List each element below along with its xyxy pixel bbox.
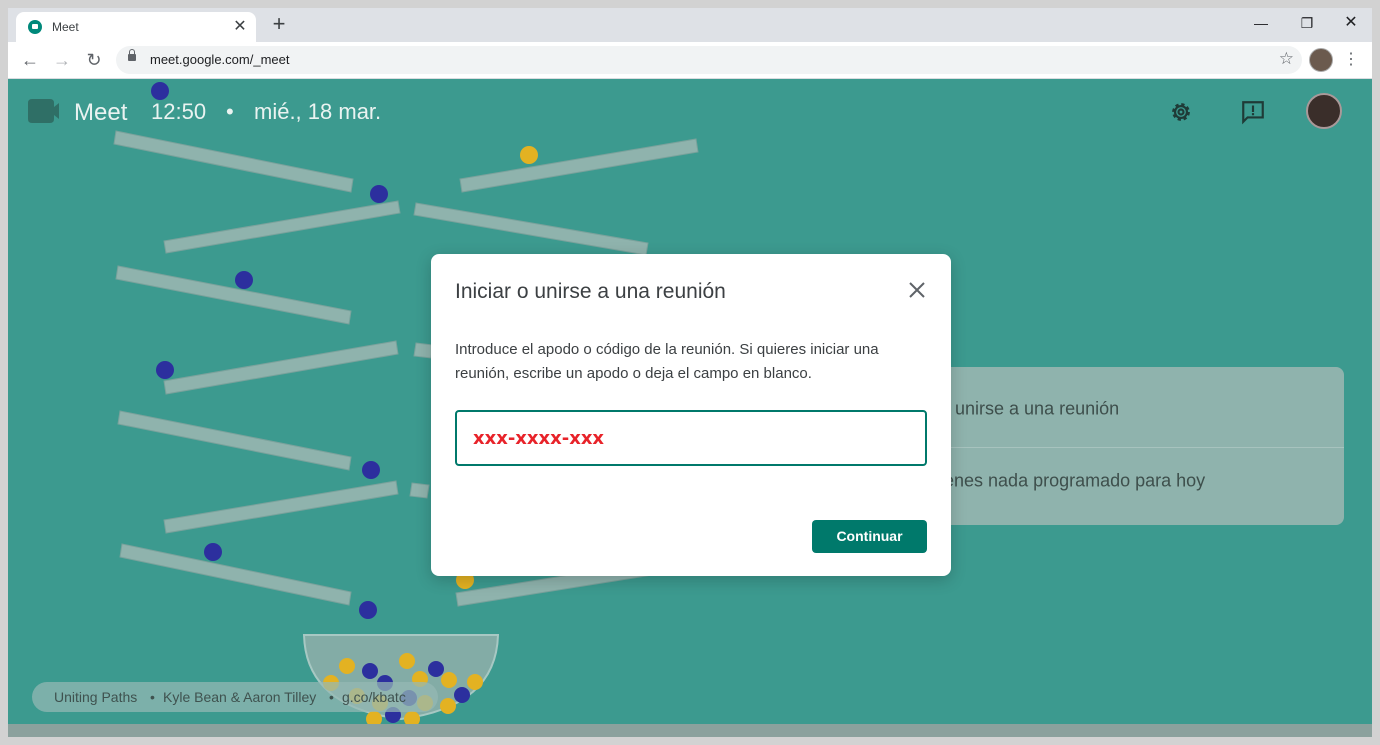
forward-icon[interactable]: → xyxy=(50,48,74,72)
back-icon[interactable]: ← xyxy=(18,48,42,72)
artwork-link[interactable]: g.co/kbatc xyxy=(342,689,406,705)
dialog-title: Iniciar o unirse a una reunión xyxy=(455,280,726,303)
attribution-separator: • xyxy=(150,689,155,705)
tab-close-icon[interactable]: ✕ xyxy=(230,17,250,37)
join-meeting-label: o unirse a una reunión xyxy=(940,398,1120,419)
browser-toolbar: ← → ↻ meet.google.com/_meet ☆ ⋮ xyxy=(8,42,1372,79)
dialog-description: Introduce el apodo o código de la reunió… xyxy=(455,341,879,382)
join-meeting-row[interactable]: o unirse a una reunión xyxy=(928,375,1344,448)
join-meeting-dialog: Iniciar o unirse a una reunión Introduce… xyxy=(431,254,951,576)
kebab-menu-icon[interactable]: ⋮ xyxy=(1342,48,1360,72)
profile-avatar-icon[interactable] xyxy=(1309,48,1333,72)
star-icon[interactable]: ☆ xyxy=(1279,49,1294,69)
url-text[interactable]: meet.google.com/_meet xyxy=(150,52,289,67)
meet-separator: • xyxy=(226,99,234,124)
no-meetings-label: ienes nada programado para hoy xyxy=(940,470,1206,491)
meetings-card: o unirse a una reunión ienes nada progra… xyxy=(928,367,1344,525)
close-icon[interactable] xyxy=(905,278,929,302)
attribution-separator: • xyxy=(329,689,334,705)
minimize-icon[interactable]: — xyxy=(1238,8,1284,42)
tab-title: Meet xyxy=(52,20,79,34)
meet-header: Meet 12:50 • mié., 18 mar. xyxy=(8,79,1372,143)
meet-date: mié., 18 mar. xyxy=(254,99,382,124)
reload-icon[interactable]: ↻ xyxy=(82,48,106,72)
restore-icon[interactable]: ❐ xyxy=(1284,8,1330,42)
meet-page: Meet 12:50 • mié., 18 mar. o unirse a un… xyxy=(8,79,1372,737)
feedback-icon[interactable] xyxy=(1240,99,1266,125)
bottom-strip xyxy=(8,724,1372,737)
address-bar[interactable]: meet.google.com/_meet ☆ xyxy=(116,46,1302,74)
browser-window: Meet ✕ + — ❐ ✕ ← → ↻ meet.google.com/_me… xyxy=(8,8,1372,737)
browser-tab[interactable]: Meet ✕ xyxy=(16,12,256,42)
meeting-code-input[interactable] xyxy=(473,424,893,452)
account-avatar[interactable] xyxy=(1306,93,1342,129)
new-tab-icon[interactable]: + xyxy=(268,13,290,36)
continue-button[interactable]: Continuar xyxy=(812,520,927,553)
artwork-author: Kyle Bean & Aaron Tilley xyxy=(163,689,317,705)
no-meetings-row: ienes nada programado para hoy xyxy=(928,447,1344,519)
meet-time: 12:50 xyxy=(151,99,207,124)
tab-strip: Meet ✕ + — ❐ ✕ xyxy=(8,8,1372,42)
window-close-icon[interactable]: ✕ xyxy=(1328,8,1372,42)
artwork-attribution: Uniting Paths • Kyle Bean & Aaron Tilley… xyxy=(32,682,438,712)
meet-favicon-icon xyxy=(28,20,42,34)
meet-logo-icon xyxy=(28,99,59,123)
artwork-title: Uniting Paths xyxy=(54,689,138,705)
settings-icon[interactable] xyxy=(1168,99,1194,125)
meeting-code-field[interactable] xyxy=(455,410,927,466)
lock-icon[interactable] xyxy=(128,49,136,61)
meet-app-name: Meet xyxy=(74,99,128,126)
